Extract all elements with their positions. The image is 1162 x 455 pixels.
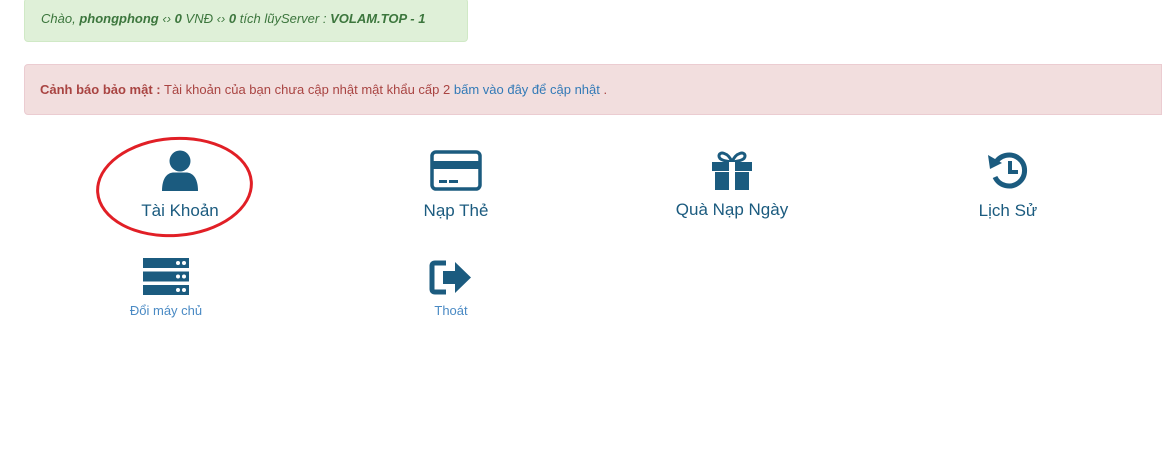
separator: ‹›: [216, 11, 226, 26]
gift-icon: [712, 151, 752, 190]
credit-card-icon: [430, 150, 482, 191]
logout-label: Thoát: [434, 303, 468, 318]
history-menu-item[interactable]: Lịch Sử: [938, 150, 1078, 221]
change-server-label: Đổi máy chủ: [129, 303, 203, 318]
logout-menu-item[interactable]: Thoát: [391, 259, 511, 318]
server-name: VOLAM.TOP - 1: [330, 11, 426, 26]
security-warning: Cảnh báo bảo mật : Tài khoản của bạn chư…: [24, 64, 1162, 115]
daily-gift-menu-item[interactable]: Quà Nạp Ngày: [662, 150, 802, 220]
topup-menu-item[interactable]: Nạp Thẻ: [386, 150, 526, 221]
warning-suffix: .: [603, 82, 608, 97]
warning-title: Cảnh báo bảo mật :: [40, 82, 161, 97]
topup-label: Nạp Thẻ: [423, 201, 489, 220]
change-server-menu-item[interactable]: Đổi máy chủ: [106, 257, 226, 318]
username: phongphong: [79, 11, 159, 26]
vnd-label: VNĐ: [185, 11, 213, 26]
points-label: tích lũy: [239, 11, 281, 26]
separator: ‹›: [162, 11, 172, 26]
greeting-text: Chào,: [41, 11, 76, 26]
vnd-amount: 0: [174, 11, 182, 26]
daily-gift-label: Quà Nạp Ngày: [675, 200, 789, 219]
highlight-circle: [92, 131, 257, 243]
welcome-bar: Chào, phongphong ‹› 0 VNĐ ‹› 0 tích lũyS…: [24, 0, 468, 42]
update-password-link[interactable]: bấm vào đây để cập nhật: [454, 82, 600, 97]
sign-out-icon: [429, 260, 471, 295]
points-amount: 0: [228, 11, 237, 26]
history-label: Lịch Sử: [978, 201, 1038, 220]
server-label: Server :: [280, 11, 327, 26]
history-icon: [988, 152, 1028, 189]
server-icon: [143, 258, 189, 295]
warning-message: Tài khoản của bạn chưa cập nhật mật khẩu…: [164, 82, 451, 97]
